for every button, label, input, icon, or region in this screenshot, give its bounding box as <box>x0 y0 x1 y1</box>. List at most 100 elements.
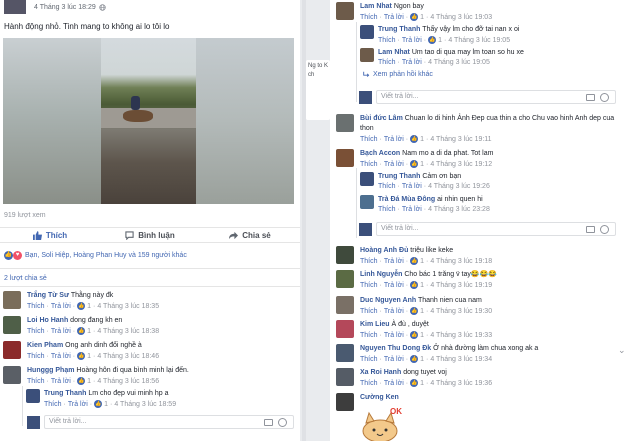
comment-time[interactable]: 4 Tháng 3 lúc 23:28 <box>428 206 490 213</box>
avatar[interactable] <box>3 366 21 384</box>
comment-like-link[interactable]: Thích <box>360 282 378 289</box>
comment-author[interactable]: Cường Ken <box>360 394 399 401</box>
comment-time[interactable]: 4 Tháng 3 lúc 19:03 <box>430 14 492 21</box>
avatar[interactable] <box>3 341 21 359</box>
comment-reply-link[interactable]: Trả lời <box>402 183 422 190</box>
comment-time[interactable]: 4 Tháng 3 lúc 18:56 <box>97 378 159 385</box>
comment-like-link[interactable]: Thích <box>27 353 45 360</box>
comment-time[interactable]: 4 Tháng 3 lúc 19:05 <box>448 37 510 44</box>
comment-reply-link[interactable]: Trả lời <box>384 332 404 339</box>
avatar[interactable] <box>336 393 354 411</box>
comment-reply-link[interactable]: Trả lời <box>384 380 404 387</box>
comment-author[interactable]: Nguyen Thu Dong Đk <box>360 345 431 352</box>
avatar[interactable] <box>336 2 354 20</box>
comment-like-link[interactable]: Thích <box>360 161 378 168</box>
comment-reply-link[interactable]: Trả lời <box>402 206 422 213</box>
comment-author[interactable]: Bạch Accon <box>360 150 400 157</box>
comment-reply-link[interactable]: Trả lời <box>384 308 404 315</box>
comment-author[interactable]: Bùi đức Lâm <box>360 115 403 122</box>
comment-reply-link[interactable]: Trả lời <box>51 353 71 360</box>
comment-time[interactable]: 4 Tháng 3 lúc 19:34 <box>430 356 492 363</box>
more-replies-link[interactable]: Xem phản hồi khác <box>363 71 433 78</box>
avatar[interactable] <box>336 246 354 264</box>
comment-author[interactable]: Duc Nguyen Anh <box>360 297 416 304</box>
avatar[interactable] <box>360 48 374 62</box>
comment-reply-link[interactable]: Trả lời <box>384 14 404 21</box>
avatar[interactable] <box>336 368 354 386</box>
camera-icon[interactable] <box>586 226 595 233</box>
avatar[interactable] <box>3 316 21 334</box>
avatar[interactable] <box>360 172 374 186</box>
comment-like-link[interactable]: Thích <box>378 59 396 66</box>
comment-reply-link[interactable]: Trả lời <box>51 303 71 310</box>
comment-like-link[interactable]: Thích <box>27 378 45 385</box>
comment-time[interactable]: 4 Tháng 3 lúc 18:46 <box>97 353 159 360</box>
comment-reply-link[interactable]: Trả lời <box>402 59 422 66</box>
comment-button[interactable]: Bình luận <box>100 231 200 240</box>
reactions-summary[interactable]: 👍 ♥ Bạn, Soli Hiệp, Hoàng Phan Huy và 15… <box>4 251 187 260</box>
share-button[interactable]: Chia sẻ <box>200 231 300 240</box>
camera-icon[interactable] <box>586 94 595 101</box>
comment-like-link[interactable]: Thích <box>44 401 62 408</box>
reply-input[interactable]: Viết trả lời... <box>359 90 616 104</box>
comment-reply-link[interactable]: Trả lời <box>402 37 422 44</box>
emoji-icon[interactable] <box>600 225 609 234</box>
comment-author[interactable]: Kim Lieu <box>360 321 390 328</box>
comment-reply-link[interactable]: Trả lời <box>384 136 404 143</box>
comment-time[interactable]: 4 Tháng 3 lúc 19:05 <box>428 59 490 66</box>
comment-like-link[interactable]: Thích <box>360 14 378 21</box>
avatar[interactable] <box>360 25 374 39</box>
comment-author[interactable]: Loi Ho Hanh <box>27 317 68 324</box>
comment-like-link[interactable]: Thích <box>378 183 396 190</box>
chevron-down-icon[interactable]: ⌄ <box>618 345 626 356</box>
comment-author[interactable]: Linh Nguyễn <box>360 271 402 278</box>
reply-input[interactable]: Viết trả lời... <box>27 415 294 429</box>
comment-author[interactable]: Lam Nhat <box>360 3 392 10</box>
comment-like-link[interactable]: Thích <box>360 258 378 265</box>
comment-time[interactable]: 4 Tháng 3 lúc 18:38 <box>97 328 159 335</box>
comment-reply-link[interactable]: Trả lời <box>384 356 404 363</box>
comment-like-link[interactable]: Thích <box>27 328 45 335</box>
comment-author[interactable]: Trắng Từ Sư <box>27 292 69 299</box>
avatar[interactable] <box>336 320 354 338</box>
comment-time[interactable]: 4 Tháng 3 lúc 18:59 <box>114 401 176 408</box>
comment-author[interactable]: Hunggg Phạm <box>27 367 74 374</box>
comment-reply-link[interactable]: Trả lời <box>51 328 71 335</box>
avatar[interactable] <box>336 296 354 314</box>
comment-time[interactable]: 4 Tháng 3 lúc 19:11 <box>430 136 491 143</box>
comment-time[interactable]: 4 Tháng 3 lúc 19:30 <box>430 308 492 315</box>
avatar[interactable] <box>336 270 354 288</box>
reply-input[interactable]: Viết trả lời... <box>359 222 616 236</box>
comment-author[interactable]: Hoàng Anh Đủ <box>360 247 408 254</box>
comment-author[interactable]: Trà Đá Mùa Đông <box>378 196 435 203</box>
comment-time[interactable]: 4 Tháng 3 lúc 18:35 <box>97 303 159 310</box>
avatar[interactable] <box>26 389 40 403</box>
comment-time[interactable]: 4 Tháng 3 lúc 19:18 <box>430 258 492 265</box>
comment-like-link[interactable]: Thích <box>27 303 45 310</box>
comment-like-link[interactable]: Thích <box>360 308 378 315</box>
comment-author[interactable]: Trung Thanh <box>44 390 86 397</box>
comment-author[interactable]: Kien Pham <box>27 342 63 349</box>
comment-author[interactable]: Xa Roi Hanh <box>360 369 401 376</box>
avatar[interactable] <box>3 291 21 309</box>
share-count[interactable]: 2 lượt chia sẻ <box>4 275 47 282</box>
comment-like-link[interactable]: Thích <box>360 332 378 339</box>
author-avatar[interactable] <box>4 0 26 14</box>
emoji-icon[interactable] <box>600 93 609 102</box>
comment-author[interactable]: Lam Nhat <box>378 49 410 56</box>
emoji-icon[interactable] <box>278 418 287 427</box>
camera-icon[interactable] <box>264 419 273 426</box>
video-player[interactable] <box>3 38 294 204</box>
comment-time[interactable]: 4 Tháng 3 lúc 19:33 <box>430 332 492 339</box>
comment-time[interactable]: 4 Tháng 3 lúc 19:19 <box>430 282 492 289</box>
comment-reply-link[interactable]: Trả lời <box>384 258 404 265</box>
comment-time[interactable]: 4 Tháng 3 lúc 19:26 <box>428 183 490 190</box>
comment-like-link[interactable]: Thích <box>360 356 378 363</box>
comment-reply-link[interactable]: Trả lời <box>68 401 88 408</box>
comment-time[interactable]: 4 Tháng 3 lúc 19:36 <box>430 380 492 387</box>
comment-like-link[interactable]: Thích <box>360 380 378 387</box>
avatar[interactable] <box>336 114 354 132</box>
avatar[interactable] <box>336 344 354 362</box>
comment-author[interactable]: Trung Thanh <box>378 173 420 180</box>
comment-time[interactable]: 4 Tháng 3 lúc 19:12 <box>430 161 492 168</box>
